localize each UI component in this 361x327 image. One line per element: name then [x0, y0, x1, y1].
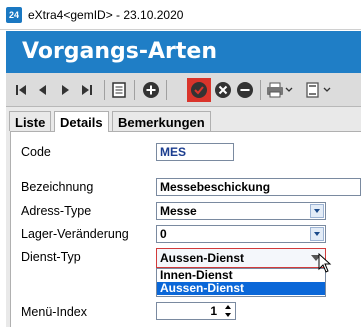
dienst-typ-value: Aussen-Dienst: [160, 251, 245, 265]
print-icon[interactable]: [266, 81, 294, 99]
tab-bar: Liste Details Bemerkungen: [6, 111, 361, 132]
form-icon[interactable]: [304, 81, 334, 99]
tab-label: Liste: [15, 115, 46, 130]
spinner-buttons[interactable]: [222, 303, 234, 319]
tab-bemerkungen[interactable]: Bemerkungen: [112, 111, 211, 131]
chevron-down-icon[interactable]: [310, 204, 324, 218]
add-icon[interactable]: [142, 81, 160, 99]
lager-value: 0: [160, 227, 167, 241]
tab-label: Bemerkungen: [118, 115, 205, 130]
chevron-down-icon[interactable]: [310, 227, 324, 241]
menu-index-spinner[interactable]: 1: [156, 302, 236, 320]
dienst-typ-label: Dienst-Typ: [21, 250, 81, 264]
app-icon: 24: [6, 7, 22, 23]
mouse-cursor-icon: [318, 252, 332, 273]
previous-icon[interactable]: [34, 81, 52, 99]
code-label: Code: [21, 145, 51, 159]
tab-label: Details: [60, 115, 103, 130]
spin-down-icon[interactable]: [222, 311, 234, 319]
cancel-icon[interactable]: [214, 81, 232, 99]
bezeichnung-label: Bezeichnung: [21, 180, 94, 194]
toolbar-divider: [166, 80, 167, 100]
page-header: Vorgangs-Arten: [6, 31, 361, 73]
last-icon[interactable]: [78, 81, 96, 99]
dienst-typ-dropdown: Innen-Dienst Aussen-Dienst: [156, 268, 326, 297]
confirm-icon: [191, 82, 207, 98]
page-title: Vorgangs-Arten: [22, 39, 217, 64]
bezeichnung-field[interactable]: Messebeschickung: [156, 178, 361, 196]
spin-up-icon[interactable]: [222, 303, 234, 311]
adress-type-value: Messe: [160, 204, 197, 218]
tab-details[interactable]: Details: [54, 111, 109, 132]
dienst-typ-select[interactable]: Aussen-Dienst: [156, 248, 326, 268]
window-titlebar: 24 eXtra4<gemID> - 23.10.2020: [0, 0, 361, 30]
window-title: eXtra4<gemID> - 23.10.2020: [28, 8, 184, 22]
menu-index-value: 1: [210, 304, 217, 318]
toolbar-divider: [134, 80, 135, 100]
first-icon[interactable]: [12, 81, 30, 99]
next-icon[interactable]: [56, 81, 74, 99]
lager-label: Lager-Veränderung: [21, 227, 129, 241]
toolbar-divider: [104, 80, 105, 100]
dropdown-option-aussen[interactable]: Aussen-Dienst: [157, 282, 325, 295]
tab-liste[interactable]: Liste: [9, 111, 52, 131]
menu-index-label: Menü-Index: [21, 305, 88, 319]
adress-type-label: Adress-Type: [21, 204, 92, 218]
remove-icon[interactable]: [236, 81, 254, 99]
confirm-button[interactable]: [187, 78, 211, 102]
adress-type-select[interactable]: Messe: [156, 202, 326, 220]
list-icon[interactable]: [110, 81, 128, 99]
toolbar-divider: [260, 80, 261, 100]
toolbar: [6, 73, 361, 107]
code-field[interactable]: MES: [156, 143, 234, 161]
lager-select[interactable]: 0: [156, 225, 326, 243]
